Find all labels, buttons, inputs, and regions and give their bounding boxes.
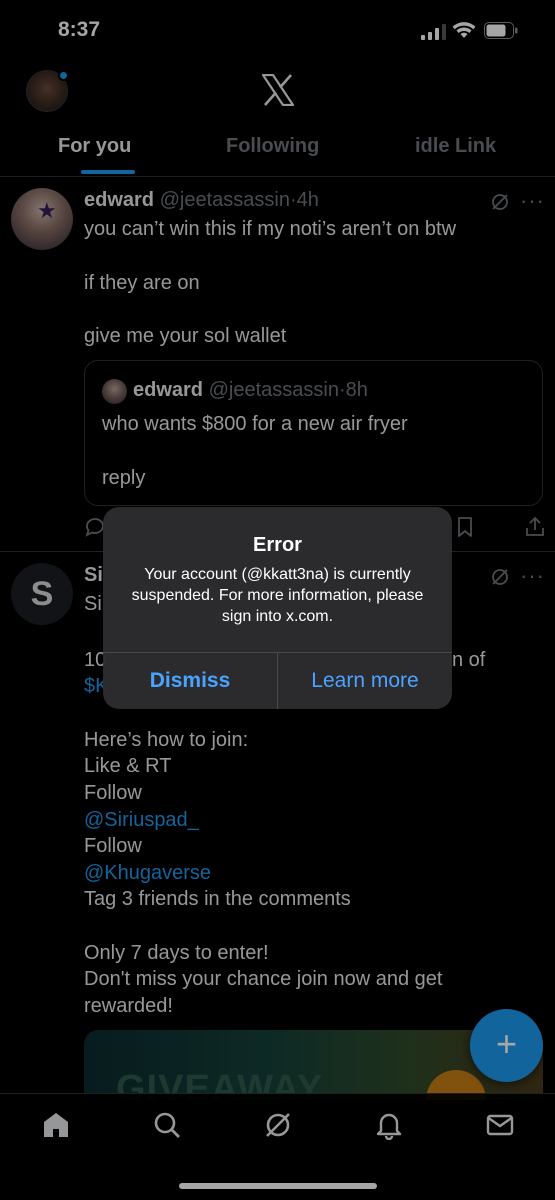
- error-alert-dialog: Error Your account (@kkatt3na) is curren…: [103, 507, 452, 709]
- alert-title: Error: [253, 534, 302, 556]
- dismiss-button[interactable]: Dismiss: [103, 653, 277, 709]
- learn-more-button[interactable]: Learn more: [278, 653, 452, 709]
- alert-message: Your account (@kkatt3na) is currently su…: [131, 566, 424, 625]
